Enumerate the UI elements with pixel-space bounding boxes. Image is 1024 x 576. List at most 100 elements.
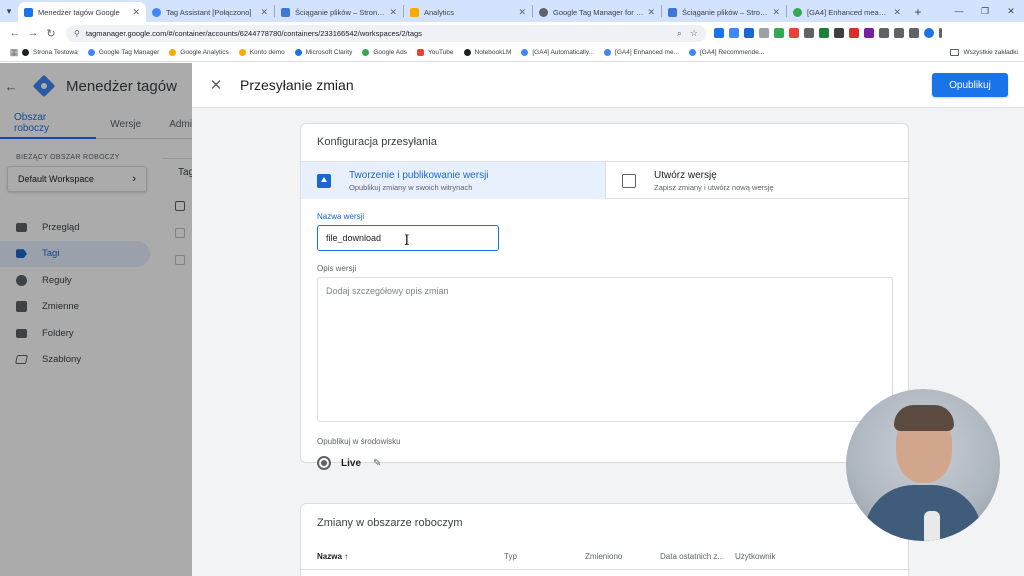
presenter-body — [864, 485, 982, 541]
zoom-icon[interactable]: ⌕ — [677, 28, 682, 39]
bookmark-item[interactable]: Google Tag Manager — [87, 49, 159, 56]
close-tab-icon[interactable]: ✕ — [647, 7, 655, 18]
bookmark-item[interactable]: Strona Testowa — [22, 49, 78, 56]
download-icon[interactable] — [909, 28, 919, 38]
extension-icon[interactable] — [879, 28, 889, 38]
workspace-changes-title: Zmiany w obszarze roboczym — [317, 517, 463, 529]
browser-tab-0[interactable]: Menedżer tagów Google ✕ — [18, 2, 146, 22]
workspace-changes-card: Zmiany w obszarze roboczym Nazwa ↑ Typ Z… — [300, 503, 910, 576]
extension-icon[interactable] — [804, 28, 814, 38]
text-cursor-icon: I — [404, 233, 410, 249]
browser-tabstrip: ▾ Menedżer tagów Google ✕ Tag Assistant [… — [0, 0, 1024, 22]
presenter-hair — [894, 405, 954, 431]
wordpress-favicon-icon — [539, 7, 548, 17]
new-tab-icon[interactable]: + — [907, 2, 929, 22]
column-changed[interactable]: Zmieniono — [585, 552, 622, 561]
version-description-input[interactable]: Dodaj szczegółowy opis zmian — [317, 277, 893, 422]
close-tab-icon[interactable]: ✕ — [389, 7, 397, 18]
bookmark-favicon-icon — [169, 49, 177, 56]
bookmark-item[interactable]: NotebookLM — [463, 49, 511, 56]
browser-tab-3[interactable]: Analytics ✕ — [404, 2, 532, 22]
browser-tab-2[interactable]: Ściąganie plików – Strona Testowa✕ — [275, 2, 403, 22]
bookmark-item[interactable]: [GA4] Automatically... — [521, 49, 594, 56]
sort-ascending-icon: ↑ — [344, 552, 349, 561]
environment-label: Opublikuj w środowisku — [317, 437, 401, 446]
close-window-icon[interactable]: ✕ — [998, 6, 1024, 17]
bookmarks-bar: ▦ Strona Testowa Google Tag Manager Goog… — [0, 44, 1024, 62]
close-icon[interactable]: ✕ — [192, 76, 240, 94]
minimize-icon[interactable]: — — [946, 6, 972, 16]
reload-icon[interactable]: ↻ — [42, 27, 60, 40]
bookmark-item[interactable]: YouTube — [416, 49, 454, 56]
bookmark-item[interactable]: Google Analytics — [169, 49, 229, 56]
version-description-label: Opis wersji — [317, 264, 357, 273]
extension-icon[interactable] — [834, 28, 844, 38]
config-title: Konfiguracja przesyłania — [317, 136, 437, 148]
column-name[interactable]: Nazwa ↑ — [317, 552, 348, 561]
option-create-version[interactable]: Utwórz wersję Zapisz zmiany i utwórz now… — [605, 162, 909, 199]
environment-icon — [317, 456, 331, 470]
submission-options: Tworzenie i publikowanie wersji Opubliku… — [301, 161, 910, 199]
google-favicon-icon — [793, 7, 802, 17]
publish-upload-icon — [317, 173, 331, 188]
bookmark-item[interactable]: [GA4] Enhanced me... — [604, 49, 679, 56]
bookmark-item[interactable]: Microsoft Clarity — [294, 49, 352, 56]
environment-row: Live ✎ — [317, 456, 381, 470]
browser-tab-4[interactable]: Google Tag Manager for WordPress✕ — [533, 2, 661, 22]
extension-icon[interactable] — [714, 28, 724, 38]
browser-tab-1[interactable]: Tag Assistant [Połączono] ✕ — [146, 2, 274, 22]
extension-icon[interactable] — [864, 28, 874, 38]
changes-table-header: Nazwa ↑ Typ Zmieniono Data ostatnich z..… — [301, 544, 910, 570]
bookmark-item[interactable]: [GA4] Recommende... — [688, 49, 764, 56]
bookmark-favicon-icon — [87, 49, 95, 56]
site-favicon-icon — [281, 7, 290, 17]
bookmark-item[interactable]: Konto demo — [238, 49, 285, 56]
option-publish-version[interactable]: Tworzenie i publikowanie wersji Opubliku… — [301, 162, 605, 199]
menu-kebab-icon[interactable] — [939, 28, 942, 38]
maximize-icon[interactable]: ❐ — [972, 6, 998, 17]
window-controls: — ❐ ✕ — [946, 0, 1024, 22]
edit-pencil-icon[interactable]: ✎ — [373, 458, 381, 469]
close-tab-icon[interactable]: ✕ — [518, 7, 526, 18]
all-bookmarks[interactable]: Wszystkie zakładki — [950, 49, 1018, 56]
tab-search-icon[interactable]: ▾ — [0, 0, 18, 22]
extension-icon[interactable] — [744, 28, 754, 38]
panel-header: ✕ Przesyłanie zmian Opublikuj — [192, 63, 1024, 108]
browser-tab-5[interactable]: Ściąganie plików – Strona Testowa✕ — [662, 2, 786, 22]
extension-icon[interactable] — [849, 28, 859, 38]
column-user[interactable]: Użytkownik — [735, 552, 775, 561]
bookmark-favicon-icon — [521, 49, 529, 56]
profile-avatar-icon[interactable] — [924, 28, 934, 38]
close-tab-icon[interactable]: ✕ — [260, 7, 268, 18]
publish-button[interactable]: Opublikuj — [932, 73, 1008, 97]
bookmark-star-icon[interactable]: ☆ — [690, 28, 698, 39]
modal-scrim[interactable] — [0, 63, 192, 576]
extensions-puzzle-icon[interactable] — [894, 28, 904, 38]
bookmark-favicon-icon — [22, 49, 29, 56]
microphone-icon — [924, 511, 940, 541]
apps-grid-icon[interactable]: ▦ — [6, 47, 22, 58]
forward-icon[interactable]: → — [24, 27, 42, 39]
bookmark-favicon-icon — [688, 49, 696, 56]
bookmark-item[interactable]: Google Ads — [362, 49, 407, 56]
close-tab-icon[interactable]: ✕ — [772, 7, 780, 18]
bookmark-favicon-icon — [294, 49, 302, 56]
panel-title: Przesyłanie zmian — [240, 77, 354, 93]
extension-icon[interactable] — [774, 28, 784, 38]
address-bar[interactable]: ⚲ tagmanager.google.com/#/container/acco… — [66, 24, 706, 42]
extension-icon[interactable] — [819, 28, 829, 38]
submission-config-card: Konfiguracja przesyłania Tworzenie i pub… — [300, 123, 910, 470]
extension-icon[interactable] — [789, 28, 799, 38]
environment-value: Live — [341, 457, 362, 469]
back-icon[interactable]: ← — [6, 27, 24, 39]
bookmark-favicon-icon — [362, 49, 370, 56]
close-tab-icon[interactable]: ✕ — [893, 7, 901, 18]
browser-tab-6[interactable]: [GA4] Enhanced measurement✕ — [787, 2, 907, 22]
column-type[interactable]: Typ — [504, 552, 517, 561]
site-info-icon[interactable]: ⚲ — [74, 29, 80, 38]
extension-icon[interactable] — [729, 28, 739, 38]
bookmark-favicon-icon — [604, 49, 612, 56]
extension-icon[interactable] — [759, 28, 769, 38]
close-tab-icon[interactable]: ✕ — [132, 7, 140, 18]
column-last-edited[interactable]: Data ostatnich z... — [660, 552, 724, 561]
